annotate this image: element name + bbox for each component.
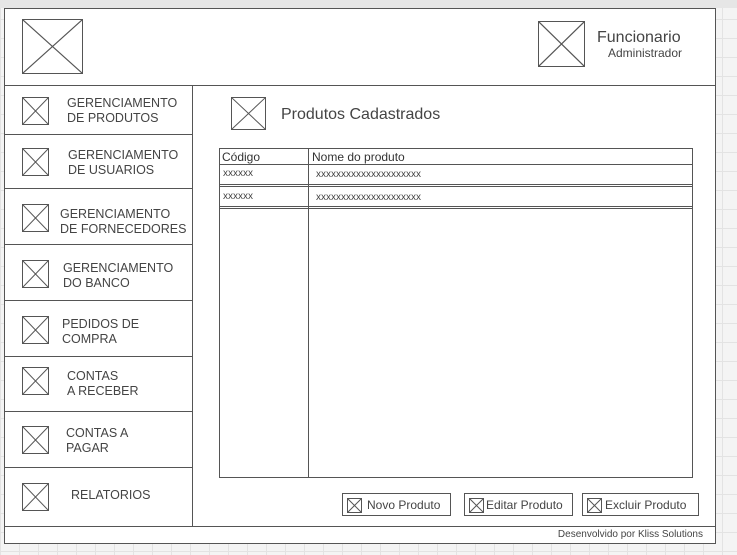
edit-product-button[interactable]: Editar Produto xyxy=(464,493,573,516)
sidebar-item-label: GERENCIAMENTO DE PRODUTOS xyxy=(67,96,178,125)
table-cell-codigo[interactable]: xxxxxx xyxy=(223,168,253,179)
sidebar-item-fornecedores[interactable]: GERENCIAMENTO DE FORNECEDORES xyxy=(5,189,193,245)
row-divider xyxy=(220,164,692,165)
image-placeholder-icon xyxy=(469,498,484,513)
image-placeholder-icon xyxy=(22,367,49,395)
section-image-placeholder-icon xyxy=(231,97,266,130)
image-placeholder-icon xyxy=(22,204,49,232)
sidebar-item-produtos[interactable]: GERENCIAMENTO DE PRODUTOS xyxy=(5,86,193,135)
sidebar-item-label: CONTAS A PAGAR xyxy=(66,426,129,455)
image-placeholder-icon xyxy=(22,148,49,176)
sidebar-item-label: GERENCIAMENTO DE FORNECEDORES xyxy=(60,207,187,236)
sidebar-item-label: GERENCIAMENTO DO BANCO xyxy=(63,261,174,290)
sidebar-item-label: GERENCIAMENTO DE USUARIOS xyxy=(68,148,179,177)
image-placeholder-icon xyxy=(587,498,602,513)
sidebar-item-relatorios[interactable]: RELATORIOS xyxy=(5,468,193,524)
button-label: Editar Produto xyxy=(486,498,563,512)
sidebar: GERENCIAMENTO DE PRODUTOS GERENCIAMENTO … xyxy=(5,86,193,526)
table-cell-nome[interactable]: xxxxxxxxxxxxxxxxxxxxx xyxy=(316,169,421,180)
row-divider xyxy=(220,208,692,209)
sidebar-item-banco[interactable]: GERENCIAMENTO DO BANCO xyxy=(5,245,193,301)
sidebar-item-label: RELATORIOS xyxy=(71,488,151,502)
button-label: Excluir Produto xyxy=(605,498,687,512)
row-divider xyxy=(220,206,692,207)
image-placeholder-icon xyxy=(22,97,49,125)
header: Funcionario Administrador xyxy=(5,9,715,86)
sidebar-item-pagar[interactable]: CONTAS A PAGAR xyxy=(5,412,193,468)
sidebar-item-label: CONTAS A RECEBER xyxy=(67,369,139,398)
column-divider xyxy=(308,149,309,477)
image-placeholder-icon xyxy=(22,316,49,344)
column-header-nome[interactable]: Nome do produto xyxy=(312,150,405,164)
footer-divider xyxy=(5,526,715,527)
sidebar-item-usuarios[interactable]: GERENCIAMENTO DE USUARIOS xyxy=(5,135,193,189)
user-name: Funcionario xyxy=(597,29,681,46)
page-title: Produtos Cadastrados xyxy=(281,106,441,123)
sidebar-item-label: PEDIDOS DE COMPRA xyxy=(62,317,140,346)
sidebar-item-pedidos[interactable]: PEDIDOS DE COMPRA xyxy=(5,301,193,357)
table-cell-nome[interactable]: xxxxxxxxxxxxxxxxxxxxx xyxy=(316,192,421,203)
image-placeholder-icon xyxy=(347,498,362,513)
user-role: Administrador xyxy=(608,46,683,60)
app-window: Funcionario Administrador GERENCIAMENTO … xyxy=(4,8,716,544)
image-placeholder-icon xyxy=(22,260,49,288)
row-divider xyxy=(220,184,692,185)
sidebar-item-receber[interactable]: CONTAS A RECEBER xyxy=(5,357,193,412)
logo-image-placeholder-icon xyxy=(22,19,83,74)
new-product-button[interactable]: Novo Produto xyxy=(342,493,451,516)
top-band xyxy=(0,0,737,8)
products-table: Código Nome do produto xxxxxx xxxxxxxxxx… xyxy=(219,148,693,478)
image-placeholder-icon xyxy=(22,426,49,454)
column-header-codigo[interactable]: Código xyxy=(222,150,260,164)
avatar-image-placeholder-icon[interactable] xyxy=(538,21,585,67)
image-placeholder-icon xyxy=(22,483,49,511)
row-divider xyxy=(220,186,692,187)
footer-credit: Desenvolvido por Kliss Solutions xyxy=(557,529,703,540)
button-label: Novo Produto xyxy=(367,498,441,512)
table-cell-codigo[interactable]: xxxxxx xyxy=(223,191,253,202)
delete-product-button[interactable]: Excluir Produto xyxy=(582,493,699,516)
